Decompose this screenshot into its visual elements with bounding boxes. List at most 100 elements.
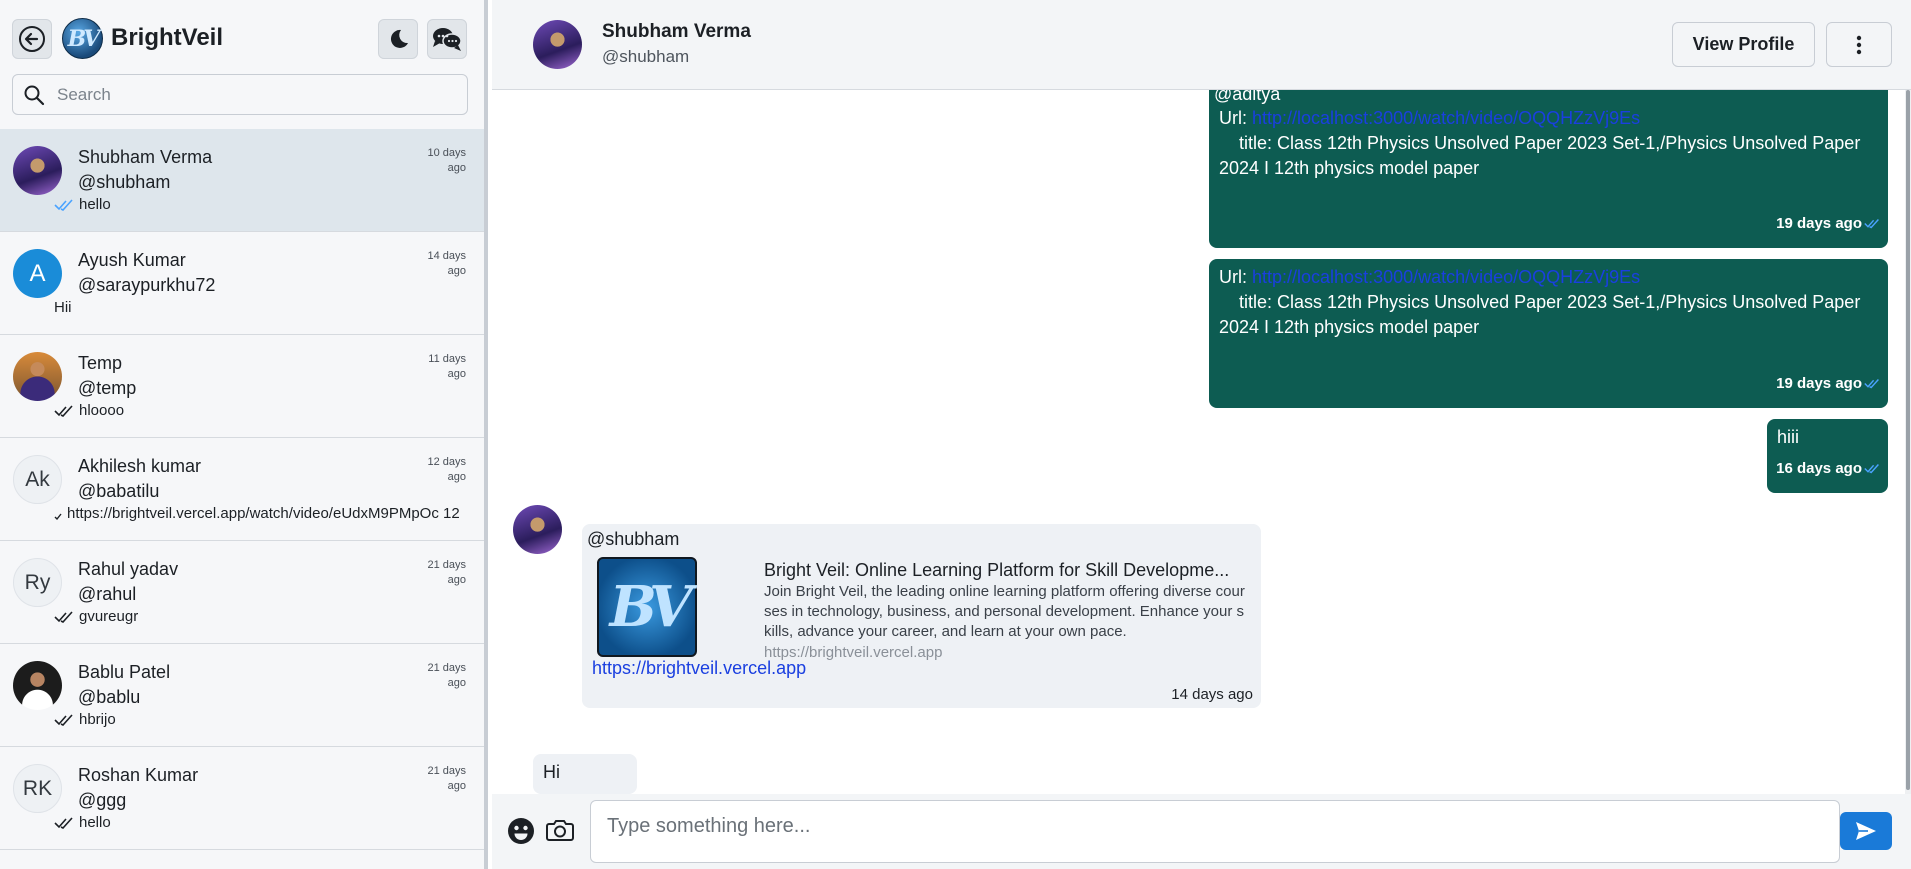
more-vertical-icon <box>1856 35 1862 54</box>
chat-header: Shubham Verma @shubham View Profile <box>492 0 1911 90</box>
outgoing-message: Url: http://localhost:3000/watch/video/O… <box>1209 259 1888 408</box>
contact-handle: @bablu <box>78 687 141 707</box>
brand-logo: BV <box>62 18 103 59</box>
avatar: Ry <box>13 558 62 607</box>
emoji-icon <box>508 818 534 844</box>
contact-item[interactable]: Bablu Patel @bablu hbrijo 21 days ago <box>0 644 484 747</box>
avatar: Ak <box>13 455 62 504</box>
message-text: Hi <box>543 762 560 782</box>
back-button[interactable] <box>12 19 52 59</box>
contact-handle: @rahul <box>78 584 137 604</box>
link-preview-description: Join Bright Veil, the leading online lea… <box>764 583 1245 640</box>
message-time: 14 days ago <box>1171 686 1253 703</box>
send-icon <box>1856 822 1876 840</box>
last-message-text: hbrijo <box>79 711 116 728</box>
link-preview-image[interactable]: BV <box>597 557 697 657</box>
message-list: @aditya Url: http://localhost:3000/watch… <box>492 90 1911 794</box>
contact-time: 10 days ago <box>427 147 466 174</box>
contact-handle: @saraypurkhu72 <box>78 275 216 295</box>
message-time-text: 19 days ago <box>1776 215 1862 232</box>
last-message-text: Hii <box>54 299 72 316</box>
last-message-text: hloooo <box>79 402 125 419</box>
contact-handle: @temp <box>78 378 137 398</box>
view-profile-button[interactable]: View Profile <box>1672 22 1815 67</box>
contact-list: Shubham Verma @shubham hello 10 days ago… <box>0 129 484 850</box>
link-preview-title[interactable]: Bright Veil: Online Learning Platform fo… <box>764 560 1244 581</box>
double-check-read-icon <box>1864 379 1879 389</box>
contact-name: Akhilesh kumar <box>78 456 202 476</box>
contact-name: Temp <box>78 353 123 373</box>
outgoing-message: hiii 16 days ago <box>1767 419 1888 493</box>
contact-last-message: hloooo <box>54 402 124 419</box>
double-check-icon <box>54 404 74 417</box>
chat-contact-name: Shubham Verma <box>602 21 751 42</box>
contact-time: 12 days ago <box>427 456 466 483</box>
sidebar: BV BrightVeil Shubham Verma @shubham hel… <box>0 0 488 869</box>
contact-last-message: hello <box>54 814 111 831</box>
incoming-message: @shubham BV Bright Veil: Online Learning… <box>582 524 1261 708</box>
emoji-button[interactable] <box>506 816 536 849</box>
chat-bubbles-button[interactable] <box>427 19 467 59</box>
message-input[interactable] <box>590 800 1840 863</box>
camera-icon <box>546 820 574 841</box>
contact-time: 21 days ago <box>427 662 466 689</box>
message-time-text: 16 days ago <box>1776 460 1862 477</box>
contact-last-message: Hii <box>54 299 72 316</box>
contact-last-message: hbrijo <box>54 711 116 728</box>
more-options-button[interactable] <box>1826 22 1892 67</box>
message-body: Url: http://localhost:3000/watch/video/O… <box>1219 106 1879 181</box>
avatar: RK <box>13 764 62 813</box>
message-composer <box>492 794 1911 869</box>
contact-name: Shubham Verma <box>78 147 213 167</box>
message-mention: @aditya <box>1214 90 1281 104</box>
chat-contact-handle: @shubham <box>602 47 690 66</box>
message-time: 16 days ago <box>1776 456 1880 481</box>
brand-name: BrightVeil <box>111 24 224 51</box>
camera-button[interactable] <box>546 817 574 846</box>
double-check-read-icon <box>1864 464 1879 474</box>
message-time: 19 days ago <box>1776 371 1880 396</box>
brand-logo-text: BV <box>67 25 101 52</box>
url-label: Url: <box>1219 108 1252 128</box>
avatar: A <box>13 249 62 298</box>
arrow-left-circle-icon <box>19 26 45 52</box>
avatar <box>13 352 62 401</box>
contact-item[interactable]: Ak Akhilesh kumar @babatilu https://brig… <box>0 438 484 541</box>
contact-last-message: https://brightveil.vercel.app/watch/vide… <box>54 505 460 522</box>
contact-last-message: gvureugr <box>54 608 138 625</box>
message-link[interactable]: http://localhost:3000/watch/video/OQQHZz… <box>1252 267 1640 287</box>
avatar[interactable] <box>533 20 582 69</box>
contact-handle: @shubham <box>78 172 171 192</box>
message-time-text: 19 days ago <box>1776 375 1862 392</box>
moon-icon <box>390 29 408 48</box>
message-time: 19 days ago <box>1776 211 1880 236</box>
message-scrollbar[interactable] <box>1905 90 1911 794</box>
contact-name: Roshan Kumar <box>78 765 199 785</box>
double-check-icon <box>54 816 74 829</box>
contact-item[interactable]: Shubham Verma @shubham hello 10 days ago <box>0 129 484 232</box>
contact-item[interactable]: Ry Rahul yadav @rahul gvureugr 21 days a… <box>0 541 484 644</box>
double-check-icon <box>54 610 74 623</box>
message-link[interactable]: http://localhost:3000/watch/video/OQQHZz… <box>1252 108 1640 128</box>
scrollbar-thumb[interactable] <box>1906 90 1910 790</box>
last-message-text: hello <box>79 814 111 831</box>
search-icon <box>24 85 45 106</box>
search-input[interactable] <box>57 81 457 109</box>
dark-mode-toggle[interactable] <box>378 19 418 59</box>
contact-handle: @babatilu <box>78 481 160 501</box>
contact-handle: @ggg <box>78 790 127 810</box>
send-button[interactable] <box>1840 812 1892 850</box>
incoming-message: Hi <box>533 754 637 794</box>
contact-item[interactable]: Temp @temp hloooo 11 days ago <box>0 335 484 438</box>
contact-item[interactable]: A Ayush Kumar @saraypurkhu72 Hii 14 days… <box>0 232 484 335</box>
last-message-text: gvureugr <box>79 608 139 625</box>
contact-name: Bablu Patel <box>78 662 171 682</box>
contact-last-message: hello <box>54 196 111 213</box>
avatar[interactable] <box>513 505 562 554</box>
message-text: hiii <box>1777 427 1800 447</box>
contact-item[interactable]: RK Roshan Kumar @ggg hello 21 days ago <box>0 747 484 850</box>
double-check-read-icon <box>54 198 74 211</box>
contact-time: 21 days ago <box>427 765 466 792</box>
contact-name: Ayush Kumar <box>78 250 186 270</box>
message-link[interactable]: https://brightveil.vercel.app <box>592 658 806 679</box>
